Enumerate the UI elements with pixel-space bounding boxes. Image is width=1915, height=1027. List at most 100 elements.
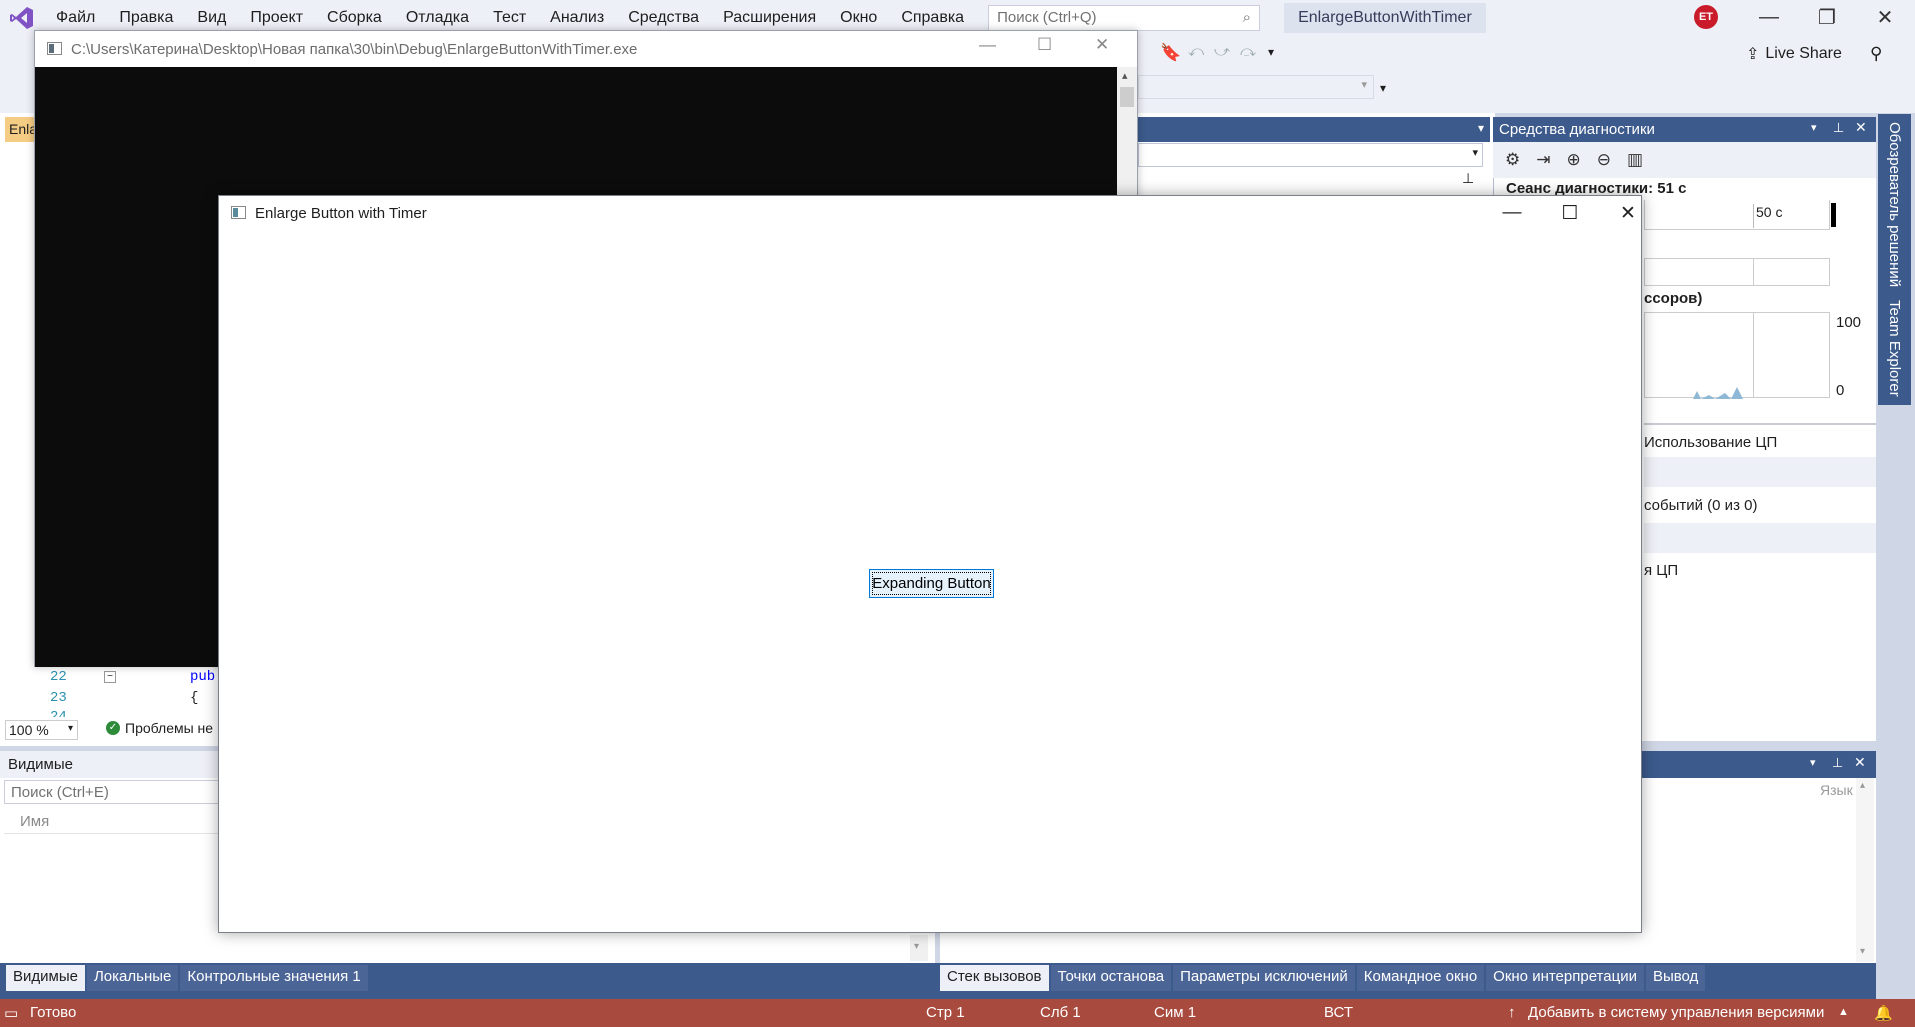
diagnostic-tools-header: Средства диагностики ▾ ⊥ ✕ xyxy=(1493,117,1876,142)
settings-gear-icon[interactable]: ⚙ xyxy=(1505,150,1520,170)
live-share-label: Live Share xyxy=(1765,45,1842,62)
events-track xyxy=(1644,258,1830,286)
timeline-ruler: 50 с xyxy=(1644,200,1836,230)
code-text: pub xyxy=(190,669,216,685)
close-icon[interactable]: ✕ xyxy=(1095,35,1109,55)
pin-icon[interactable]: ⊥ xyxy=(1832,755,1843,771)
tab-locals[interactable]: Локальные xyxy=(86,965,179,991)
close-icon[interactable]: ✕ xyxy=(1855,119,1867,136)
tab-autos[interactable]: Видимые xyxy=(6,965,85,991)
editor-document-tab[interactable]: Enla xyxy=(5,117,38,142)
vertical-scrollbar[interactable]: ▾ xyxy=(910,935,928,961)
console-app-icon xyxy=(47,42,62,55)
vs-restore-icon[interactable]: ❐ xyxy=(1798,0,1856,35)
tab-exception-settings[interactable]: Параметры исключений xyxy=(1173,965,1355,991)
upload-arrow-icon: ↑ xyxy=(1508,1004,1516,1021)
bottom-right-tabs: Стек вызовов Точки останова Параметры ис… xyxy=(940,965,1706,991)
add-to-source-control[interactable]: Добавить в систему управления версиями xyxy=(1528,1004,1824,1021)
app-window-icon xyxy=(231,206,246,219)
vs-close-icon[interactable]: ✕ xyxy=(1856,0,1914,35)
tab-command-window[interactable]: Командное окно xyxy=(1356,965,1485,991)
language-column-header[interactable]: Язык xyxy=(1820,782,1853,798)
vs-minimize-icon[interactable]: — xyxy=(1740,0,1798,35)
zoom-level-combo[interactable]: 100 % ▾ xyxy=(5,720,78,740)
notifications-bell-icon[interactable]: 🔔 xyxy=(1874,1004,1893,1022)
maximize-icon[interactable]: ☐ xyxy=(1037,35,1052,55)
member-navigation-combo[interactable]: ▾ xyxy=(1138,143,1483,167)
diag-section-header xyxy=(1644,457,1876,487)
zoom-in-icon[interactable]: ⊕ xyxy=(1567,150,1581,170)
bookmark-next-icon[interactable]: ⤻ xyxy=(1214,43,1230,60)
editor-tab-label: Enla xyxy=(9,121,38,137)
debug-target-combo[interactable]: ▾ xyxy=(1138,75,1374,99)
check-circle-icon: ✓ xyxy=(106,721,120,735)
vertical-scrollbar[interactable]: ▴ ▾ xyxy=(1856,778,1874,962)
account-avatar[interactable]: ET xyxy=(1694,5,1718,29)
team-explorer-tab[interactable]: Team Explorer xyxy=(1878,292,1911,405)
app-title-bar[interactable]: Enlarge Button with Timer — ☐ ✕ xyxy=(219,196,1641,230)
line-number: 22 xyxy=(50,669,67,685)
feedback-icon[interactable]: ⚲ xyxy=(1870,44,1882,64)
tab-list-chevron-icon[interactable]: ▾ xyxy=(1478,121,1484,135)
scroll-down-icon[interactable]: ▾ xyxy=(1860,946,1865,957)
bookmark-prev-icon[interactable]: ⤺ xyxy=(1188,43,1204,60)
pin-icon[interactable]: ⊥ xyxy=(1833,120,1844,136)
chevron-up-icon[interactable]: ▲ xyxy=(1838,1006,1849,1018)
console-window-title: C:\Users\Катерина\Desktop\Новая папка\30… xyxy=(71,40,638,58)
scroll-up-icon[interactable]: ▴ xyxy=(1122,69,1128,82)
bookmark-icon[interactable]: 🔖 xyxy=(1160,43,1181,63)
status-insert-mode: ВСТ xyxy=(1324,1004,1354,1021)
app-icon-part xyxy=(233,208,238,217)
live-share-button[interactable]: ⇪ Live Share xyxy=(1746,44,1842,64)
chevron-down-icon: ▾ xyxy=(1361,79,1367,91)
issues-indicator[interactable]: ✓ Проблемы не xyxy=(106,720,213,736)
issues-label: Проблемы не xyxy=(125,720,214,736)
track-divider xyxy=(1753,259,1754,285)
collapse-icon[interactable]: − xyxy=(104,671,116,683)
tab-immediate-window[interactable]: Окно интерпретации xyxy=(1486,965,1644,991)
enlarge-button-window: Enlarge Button with Timer — ☐ ✕ Expandin… xyxy=(218,195,1642,933)
solution-explorer-tab[interactable]: Обозреватель решений xyxy=(1878,114,1911,296)
maximize-icon[interactable]: ☐ xyxy=(1541,196,1599,230)
zoom-out-icon[interactable]: ⊖ xyxy=(1597,150,1611,170)
tab-watch-1[interactable]: Контрольные значения 1 xyxy=(180,965,368,991)
search-icon: ⌕ xyxy=(1242,9,1252,26)
share-icon: ⇪ xyxy=(1746,46,1760,63)
line-number: 24 xyxy=(50,709,67,717)
cpu-usage-tab-row[interactable]: Использование ЦП xyxy=(1644,423,1876,457)
status-icon: ▭ xyxy=(4,1005,19,1022)
status-bar: ▭ Готово Стр 1 Слб 1 Сим 1 ВСТ ↑ Добавит… xyxy=(0,999,1915,1027)
scrollbar-thumb[interactable] xyxy=(1120,87,1134,107)
editor-header-strip: ▾ xyxy=(1130,117,1490,142)
code-text: { xyxy=(190,690,199,706)
vs-search-box[interactable]: Поиск (Ctrl+Q) ⌕ xyxy=(988,4,1261,31)
close-icon[interactable]: ✕ xyxy=(1854,754,1866,771)
chevron-down-icon: ▾ xyxy=(1472,147,1478,159)
toolbar-overflow-icon[interactable]: ▾ xyxy=(1268,45,1274,59)
close-icon[interactable]: ✕ xyxy=(1599,196,1657,230)
status-column: Слб 1 xyxy=(1040,1004,1081,1021)
cpu-axis-min: 0 xyxy=(1836,382,1845,399)
console-title-bar[interactable]: C:\Users\Катерина\Desktop\Новая папка\30… xyxy=(35,31,1137,67)
chart-icon[interactable]: ▥ xyxy=(1627,150,1643,170)
panel-menu-chevron-icon[interactable]: ▾ xyxy=(1810,756,1816,769)
tab-breakpoints[interactable]: Точки останова xyxy=(1050,965,1172,991)
diagnostic-toolbar: ⚙ ⇥ ⊕ ⊖ ▥ xyxy=(1493,142,1876,178)
bookmark-clear-icon[interactable]: ⤼ xyxy=(1240,43,1256,60)
scroll-down-icon[interactable]: ▾ xyxy=(914,941,919,952)
diagnostic-tools-title: Средства диагностики xyxy=(1499,121,1655,138)
minimize-icon[interactable]: — xyxy=(979,35,996,55)
timeline-current-marker[interactable] xyxy=(1831,203,1836,227)
export-icon[interactable]: ⇥ xyxy=(1536,150,1550,170)
vs-search-placeholder: Поиск (Ctrl+Q) xyxy=(997,9,1097,26)
toolbar2-overflow-icon[interactable]: ▾ xyxy=(1380,81,1386,95)
panel-menu-chevron-icon[interactable]: ▾ xyxy=(1811,121,1817,134)
scroll-up-icon[interactable]: ▴ xyxy=(1860,780,1865,791)
bottom-left-tabs: Видимые Локальные Контрольные значения 1 xyxy=(6,965,368,991)
tab-call-stack[interactable]: Стек вызовов xyxy=(940,965,1049,991)
tab-output[interactable]: Вывод xyxy=(1645,965,1706,991)
status-line: Стр 1 xyxy=(926,1004,965,1021)
split-editor-icon[interactable]: ⊥ xyxy=(1462,170,1474,187)
expanding-button[interactable]: Expanding Button xyxy=(869,569,994,598)
minimize-icon[interactable]: — xyxy=(1483,196,1541,230)
